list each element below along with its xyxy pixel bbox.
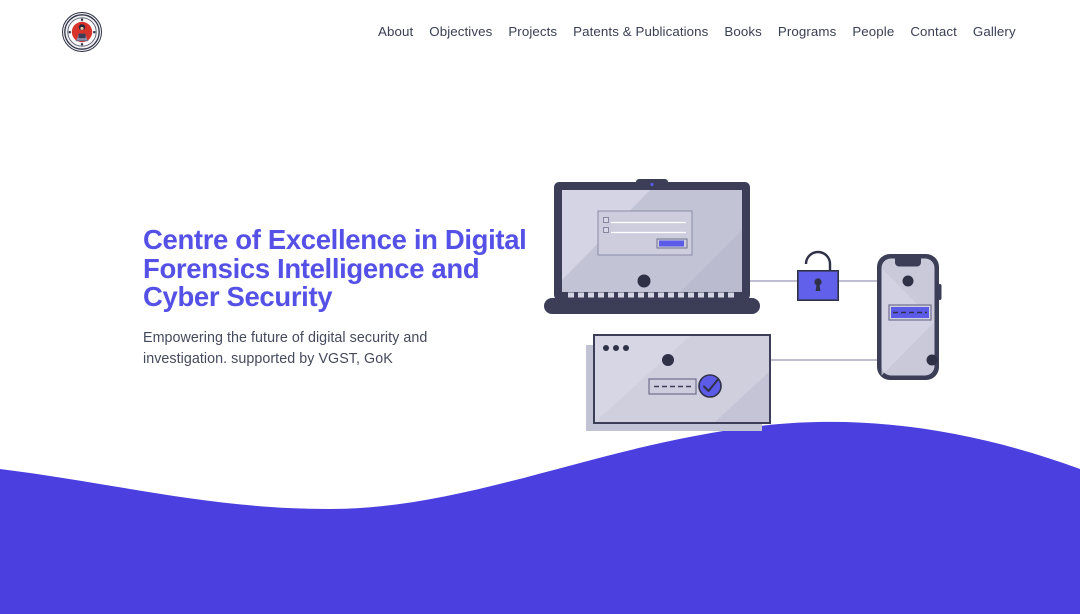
hero-section: Centre of Excellence in Digital Forensic… bbox=[143, 224, 543, 370]
nav-item-about[interactable]: About bbox=[370, 19, 421, 44]
wave-shape bbox=[0, 421, 1080, 614]
verified-check-badge-icon bbox=[698, 374, 722, 398]
shield-seal-logo-icon bbox=[64, 14, 100, 50]
nav-item-programs[interactable]: Programs bbox=[770, 19, 844, 44]
phone-passcode-field[interactable] bbox=[888, 304, 932, 321]
page-title: Centre of Excellence in Digital Forensic… bbox=[143, 224, 527, 312]
phone-node-dot-top bbox=[902, 275, 914, 287]
nav-item-objectives[interactable]: Objectives bbox=[421, 19, 500, 44]
site-header: About Objectives Projects Patents & Publ… bbox=[0, 0, 1080, 64]
padlock-icon bbox=[797, 250, 839, 301]
hero-subtitle: Empowering the future of digital securit… bbox=[143, 329, 428, 367]
main-navigation: About Objectives Projects Patents & Publ… bbox=[370, 0, 1024, 64]
illustration-svg bbox=[544, 179, 942, 431]
nav-item-gallery[interactable]: Gallery bbox=[965, 19, 1024, 44]
nav-item-projects[interactable]: Projects bbox=[500, 19, 565, 44]
nav-item-people[interactable]: People bbox=[844, 19, 902, 44]
nav-item-books[interactable]: Books bbox=[716, 19, 769, 44]
browser-node-dot bbox=[662, 354, 674, 366]
wave-svg bbox=[0, 421, 1080, 614]
brand-logo[interactable] bbox=[62, 12, 102, 52]
phone-node-dot-bottom bbox=[926, 354, 938, 366]
laptop-node-dot bbox=[637, 274, 651, 288]
laptop-with-login-form bbox=[544, 179, 760, 314]
browser-window-with-verified-badge bbox=[586, 334, 771, 431]
smartphone-with-passcode-field bbox=[877, 254, 942, 380]
browser-dot-2 bbox=[613, 345, 619, 351]
browser-dot-3 bbox=[623, 345, 629, 351]
browser-dot-1 bbox=[603, 345, 609, 351]
nav-item-patents-publications[interactable]: Patents & Publications bbox=[565, 19, 716, 44]
nav-item-contact[interactable]: Contact bbox=[902, 19, 965, 44]
wave-decoration bbox=[0, 414, 1080, 614]
laptop-base bbox=[544, 298, 760, 314]
cyber-security-devices-illustration bbox=[540, 172, 970, 442]
laptop-login-form bbox=[597, 210, 693, 256]
browser-password-field[interactable] bbox=[648, 378, 697, 395]
